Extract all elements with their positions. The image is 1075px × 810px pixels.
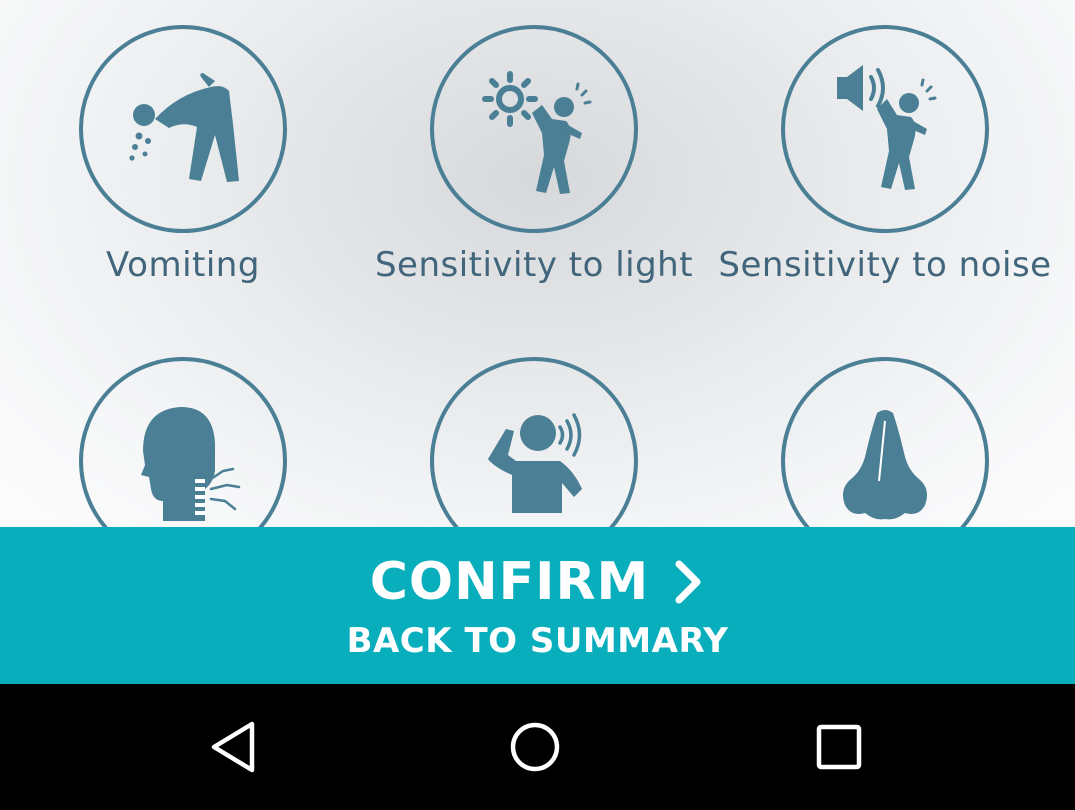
symptom-icon-circle — [781, 25, 989, 233]
symptom-label: Sensitivity to light — [374, 245, 694, 285]
symptom-light-sensitivity[interactable]: Sensitivity to light — [364, 25, 704, 295]
noise-sensitivity-icon — [837, 65, 937, 190]
symptom-selection-screen: Vomiting Sensitivity to light Sensitivit… — [0, 0, 1075, 810]
light-sensitivity-icon — [482, 71, 592, 194]
confirm-button[interactable]: CONFIRM — [0, 547, 1075, 617]
action-bar: CONFIRM BACK TO SUMMARY — [0, 527, 1075, 684]
symptom-label: Sensitivity to noise — [718, 245, 1052, 285]
home-icon[interactable] — [500, 714, 570, 780]
symptom-smell[interactable] — [715, 357, 1055, 565]
symptom-label: Vomiting — [106, 245, 260, 285]
recents-icon[interactable] — [804, 714, 874, 780]
symptom-icon-circle — [79, 25, 287, 233]
vomiting-icon — [129, 73, 239, 182]
chevron-right-icon — [671, 560, 705, 604]
symptom-vomiting[interactable]: Vomiting — [13, 25, 353, 295]
back-to-summary-button[interactable]: BACK TO SUMMARY — [0, 619, 1075, 663]
symptom-tinnitus[interactable] — [364, 357, 704, 565]
system-navigation-bar — [0, 684, 1075, 810]
symptom-noise-sensitivity[interactable]: Sensitivity to noise — [715, 25, 1055, 295]
symptom-neck-pain[interactable] — [13, 357, 353, 565]
confirm-label: CONFIRM — [369, 552, 650, 612]
symptom-icon-circle — [430, 25, 638, 233]
back-icon[interactable] — [198, 714, 268, 780]
